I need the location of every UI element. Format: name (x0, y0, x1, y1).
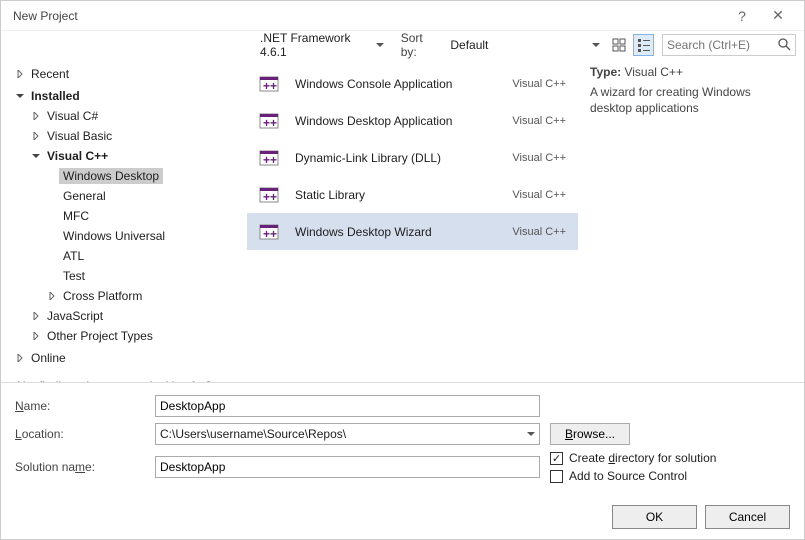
solution-name-input[interactable] (155, 456, 540, 478)
titlebar: New Project ? ✕ (1, 1, 804, 31)
template-name: Static Library (295, 188, 512, 202)
window-title: New Project (9, 9, 724, 23)
template-name: Dynamic-Link Library (DLL) (295, 151, 512, 165)
type-label: Type: (590, 65, 621, 79)
chevron-right-icon (29, 132, 43, 140)
tree-windows-desktop[interactable]: Windows Desktop (13, 167, 247, 185)
checkbox-unchecked-icon (550, 470, 563, 483)
close-icon[interactable]: ✕ (760, 7, 796, 24)
main-area: Recent Installed Visual C# Visual Basic … (1, 59, 804, 382)
chevron-right-icon (13, 70, 27, 78)
tree-atl[interactable]: ATL (13, 247, 247, 265)
chevron-right-icon (45, 292, 59, 300)
sort-value: Default (450, 38, 587, 52)
chevron-down-icon (588, 38, 600, 52)
toolbar: .NET Framework 4.6.1 Sort by: Default (1, 31, 804, 59)
tree-other-types[interactable]: Other Project Types (13, 327, 247, 345)
search-input[interactable] (663, 38, 773, 52)
chevron-down-icon (29, 152, 43, 160)
chevron-right-icon (29, 112, 43, 120)
chevron-down-icon (527, 427, 535, 441)
cpp-project-icon: ++ (255, 107, 283, 135)
template-row[interactable]: ++ Windows Console ApplicationVisual C++ (247, 65, 578, 102)
tree-test[interactable]: Test (13, 267, 247, 285)
svg-text:++: ++ (263, 190, 277, 204)
template-list: ++Windows Console ApplicationVisual C+++… (247, 59, 578, 382)
cpp-project-icon: ++ (255, 181, 283, 209)
not-finding-text: Not finding what you are looking for? (13, 371, 247, 382)
framework-label: .NET Framework 4.6.1 (260, 31, 372, 59)
tree-online[interactable]: Online (13, 349, 247, 367)
tree-vbasic[interactable]: Visual Basic (13, 127, 247, 145)
tree-cross-platform[interactable]: Cross Platform (13, 287, 247, 305)
tree-recent[interactable]: Recent (13, 65, 247, 83)
add-source-control-checkbox[interactable]: Add to Source Control (550, 469, 790, 483)
chevron-right-icon (29, 332, 43, 340)
name-input[interactable] (155, 395, 540, 417)
svg-text:++: ++ (263, 227, 277, 241)
ok-button[interactable]: OK (612, 505, 697, 529)
details-pane: Type: Visual C++ A wizard for creating W… (578, 59, 804, 382)
template-row[interactable]: ++ Static LibraryVisual C++ (247, 176, 578, 213)
template-language: Visual C++ (512, 115, 578, 127)
tree-mfc[interactable]: MFC (13, 207, 247, 225)
chevron-down-icon (372, 38, 384, 52)
cpp-project-icon: ++ (255, 70, 283, 98)
chevron-down-icon (13, 92, 27, 100)
chevron-right-icon (13, 354, 27, 362)
name-label: Name: (15, 399, 155, 413)
checkbox-checked-icon: ✓ (550, 452, 563, 465)
svg-text:++: ++ (263, 79, 277, 93)
template-language: Visual C++ (512, 78, 578, 90)
sort-dropdown[interactable]: Default (445, 34, 604, 56)
dialog-buttons: OK Cancel (1, 495, 804, 539)
help-icon[interactable]: ? (724, 8, 760, 24)
template-language: Visual C++ (512, 189, 578, 201)
template-name: Windows Desktop Application (295, 114, 512, 128)
cpp-project-icon: ++ (255, 218, 283, 246)
tree-installed[interactable]: Installed (13, 87, 247, 105)
project-fields: Name: Location: C:\Users\username\Source… (1, 382, 804, 495)
location-label: Location: (15, 427, 155, 441)
solution-name-label: Solution name: (15, 460, 155, 474)
template-name: Windows Desktop Wizard (295, 225, 512, 239)
project-tree: Recent Installed Visual C# Visual Basic … (1, 59, 247, 382)
template-description: A wizard for creating Windows desktop ap… (590, 85, 792, 116)
template-name: Windows Console Application (295, 77, 512, 91)
create-directory-checkbox[interactable]: ✓ Create directory for solution (550, 451, 790, 465)
sort-by-label: Sort by: (401, 31, 440, 59)
template-row[interactable]: ++ Windows Desktop ApplicationVisual C++ (247, 102, 578, 139)
location-input[interactable]: C:\Users\username\Source\Repos\ (155, 423, 540, 445)
search-icon[interactable] (773, 37, 795, 54)
template-row[interactable]: ++ Dynamic-Link Library (DLL)Visual C++ (247, 139, 578, 176)
cpp-project-icon: ++ (255, 144, 283, 172)
svg-text:++: ++ (263, 153, 277, 167)
template-row[interactable]: ++ Windows Desktop WizardVisual C++ (247, 213, 578, 250)
tree-windows-universal[interactable]: Windows Universal (13, 227, 247, 245)
type-value: Visual C++ (624, 65, 682, 79)
view-list-button[interactable] (633, 34, 654, 56)
cancel-button[interactable]: Cancel (705, 505, 790, 529)
view-small-icons-button[interactable] (609, 34, 630, 56)
search-box[interactable] (662, 34, 796, 56)
tree-general[interactable]: General (13, 187, 247, 205)
framework-dropdown[interactable]: .NET Framework 4.6.1 (255, 34, 389, 56)
browse-button[interactable]: Browse... (550, 423, 630, 445)
template-language: Visual C++ (512, 152, 578, 164)
tree-vcpp[interactable]: Visual C++ (13, 147, 247, 165)
chevron-right-icon (29, 312, 43, 320)
tree-vcsharp[interactable]: Visual C# (13, 107, 247, 125)
tree-javascript[interactable]: JavaScript (13, 307, 247, 325)
svg-text:++: ++ (263, 116, 277, 130)
template-language: Visual C++ (512, 226, 578, 238)
